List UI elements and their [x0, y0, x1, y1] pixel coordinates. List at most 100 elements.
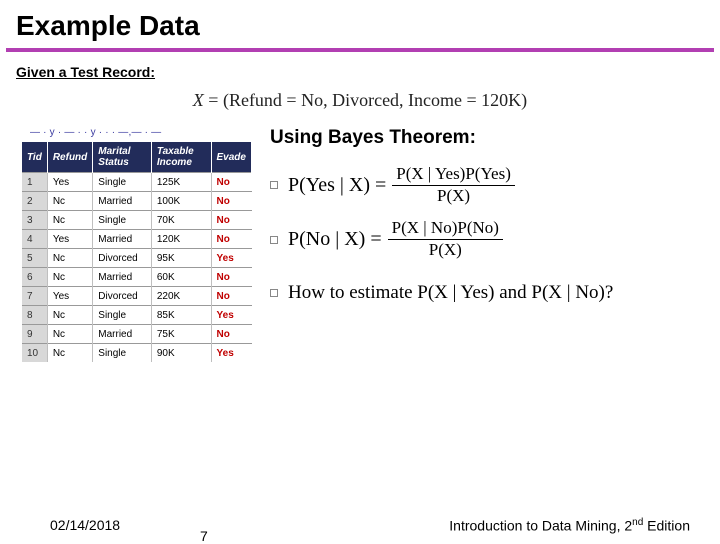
- cell-refund: Nc: [47, 344, 92, 363]
- fraction: P(X | No)P(No) P(X): [388, 219, 503, 259]
- cell-status: Married: [93, 192, 152, 211]
- table-row: 9NcMarried75KNo: [22, 325, 252, 344]
- th-refund: Refund: [47, 142, 92, 173]
- cell-income: 120K: [151, 230, 211, 249]
- cell-tid: 3: [22, 211, 47, 230]
- th-evade: Evade: [211, 142, 251, 173]
- example-table: Tid Refund Marital Status Taxable Income…: [22, 142, 252, 362]
- cell-tid: 2: [22, 192, 47, 211]
- cell-status: Divorced: [93, 287, 152, 306]
- slide-title: Example Data: [0, 0, 720, 42]
- table-header-row: Tid Refund Marital Status Taxable Income…: [22, 142, 252, 173]
- cell-status: Single: [93, 344, 152, 363]
- cell-evade: Yes: [211, 249, 251, 268]
- cell-status: Married: [93, 325, 152, 344]
- footer: 02/14/2018 Introduction to Data Mining, …: [0, 517, 720, 534]
- cell-tid: 8: [22, 306, 47, 325]
- table-row: 5NcDivorced95KYes: [22, 249, 252, 268]
- cell-status: Single: [93, 306, 152, 325]
- table-row: 7YesDivorced220KNo: [22, 287, 252, 306]
- cell-refund: Nc: [47, 249, 92, 268]
- cell-status: Married: [93, 268, 152, 287]
- cell-refund: Nc: [47, 211, 92, 230]
- table-row: 6NcMarried60KNo: [22, 268, 252, 287]
- subtitle: Given a Test Record:: [0, 56, 720, 80]
- th-tid: Tid: [22, 142, 47, 173]
- cell-refund: Nc: [47, 268, 92, 287]
- cell-tid: 5: [22, 249, 47, 268]
- table-row: 3NcSingle70KNo: [22, 211, 252, 230]
- cell-evade: Yes: [211, 344, 251, 363]
- cell-status: Divorced: [93, 249, 152, 268]
- eq1-num: P(X | Yes)P(Yes): [392, 165, 515, 186]
- cell-evade: No: [211, 211, 251, 230]
- cell-refund: Yes: [47, 173, 92, 192]
- cell-income: 125K: [151, 173, 211, 192]
- cell-refund: Nc: [47, 325, 92, 344]
- cell-income: 85K: [151, 306, 211, 325]
- howto-row: How to estimate P(X | Yes) and P(X | No)…: [270, 282, 712, 304]
- table-row: 1YesSingle125KNo: [22, 173, 252, 192]
- footer-book-sup: nd: [632, 517, 643, 528]
- cell-income: 60K: [151, 268, 211, 287]
- cell-tid: 7: [22, 287, 47, 306]
- cell-evade: No: [211, 230, 251, 249]
- bayes-column: Using Bayes Theorem: P(Yes | X) = P(X | …: [270, 127, 720, 318]
- footer-book-pre: Introduction to Data Mining, 2: [449, 518, 632, 534]
- divider: [6, 48, 714, 52]
- fraction: P(X | Yes)P(Yes) P(X): [392, 165, 515, 205]
- cell-tid: 1: [22, 173, 47, 192]
- cell-income: 220K: [151, 287, 211, 306]
- table-column: — · y · — · · y · · · —,— · — Tid Refund…: [0, 127, 270, 362]
- cell-tid: 10: [22, 344, 47, 363]
- cell-evade: No: [211, 173, 251, 192]
- eq2-den: P(X): [425, 240, 466, 260]
- bayes-heading: Using Bayes Theorem:: [270, 127, 712, 149]
- cell-income: 95K: [151, 249, 211, 268]
- cell-tid: 4: [22, 230, 47, 249]
- eq2-lhs: P(No | X) =: [288, 228, 382, 251]
- eq-row-2: P(No | X) = P(X | No)P(No) P(X): [270, 219, 712, 259]
- cell-refund: Nc: [47, 192, 92, 211]
- cell-evade: No: [211, 287, 251, 306]
- table-row: 8NcSingle85KYes: [22, 306, 252, 325]
- equation-2: P(No | X) = P(X | No)P(No) P(X): [288, 219, 503, 259]
- square-bullet-icon: [270, 236, 278, 244]
- eq1-lhs: P(Yes | X) =: [288, 174, 386, 197]
- footer-book-post: Edition: [643, 518, 690, 534]
- cell-income: 100K: [151, 192, 211, 211]
- cell-evade: No: [211, 192, 251, 211]
- cell-refund: Nc: [47, 306, 92, 325]
- table-row: 4YesMarried120KNo: [22, 230, 252, 249]
- cell-status: Single: [93, 173, 152, 192]
- cell-refund: Yes: [47, 287, 92, 306]
- howto-text: How to estimate P(X | Yes) and P(X | No)…: [288, 282, 613, 304]
- cell-evade: No: [211, 325, 251, 344]
- footer-book: Introduction to Data Mining, 2nd Edition: [449, 517, 690, 534]
- th-status: Marital Status: [93, 142, 152, 173]
- eq-row-1: P(Yes | X) = P(X | Yes)P(Yes) P(X): [270, 165, 712, 205]
- cell-evade: No: [211, 268, 251, 287]
- cell-tid: 9: [22, 325, 47, 344]
- caption-garbled: — · y · — · · y · · · —,— · —: [30, 127, 270, 138]
- cell-income: 75K: [151, 325, 211, 344]
- eq1-den: P(X): [433, 186, 474, 206]
- square-bullet-icon: [270, 181, 278, 189]
- cell-status: Single: [93, 211, 152, 230]
- cell-evade: Yes: [211, 306, 251, 325]
- page-number: 7: [200, 528, 208, 544]
- cell-tid: 6: [22, 268, 47, 287]
- cell-income: 70K: [151, 211, 211, 230]
- table-row: 10NcSingle90KYes: [22, 344, 252, 363]
- table-row: 2NcMarried100KNo: [22, 192, 252, 211]
- eq2-num: P(X | No)P(No): [388, 219, 503, 240]
- square-bullet-icon: [270, 289, 278, 297]
- test-record-formula: X = (Refund = No, Divorced, Income = 120…: [0, 90, 720, 111]
- content-row: — · y · — · · y · · · —,— · — Tid Refund…: [0, 127, 720, 362]
- equation-1: P(Yes | X) = P(X | Yes)P(Yes) P(X): [288, 165, 515, 205]
- cell-status: Married: [93, 230, 152, 249]
- footer-date: 02/14/2018: [50, 517, 120, 534]
- cell-refund: Yes: [47, 230, 92, 249]
- th-income: Taxable Income: [151, 142, 211, 173]
- cell-income: 90K: [151, 344, 211, 363]
